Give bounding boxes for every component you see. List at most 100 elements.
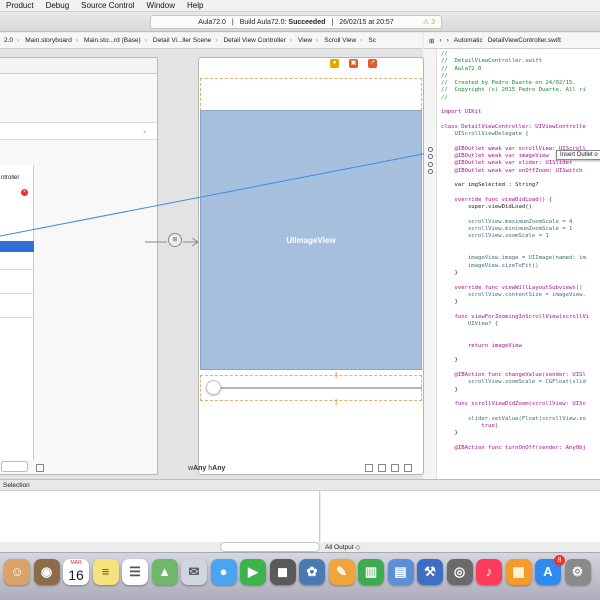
code-line[interactable]: @IBOutlet weak var onOffZoom: UISwitch	[441, 168, 600, 175]
assistant-mode[interactable]: Automatic	[454, 37, 483, 44]
iphoto-icon[interactable]: ✿	[299, 559, 325, 585]
finder-icon[interactable]: ☺	[4, 559, 30, 585]
code-line[interactable]: scrollView.minimumZoomScale = 1	[441, 226, 600, 233]
code-line[interactable]: }	[441, 270, 600, 277]
slider-track[interactable]	[215, 387, 422, 389]
code-line[interactable]: imageView.image = UIImage(named: im	[441, 255, 600, 262]
jumpbar-item[interactable]: Main.sto...rd (Base)	[84, 37, 141, 44]
jumpbar-item[interactable]: Detail View Controller	[223, 37, 285, 44]
jumpbar-item[interactable]: 2.0	[4, 37, 13, 44]
code-line[interactable]	[441, 277, 600, 284]
jumpbar-item[interactable]: View	[298, 37, 312, 44]
first-responder-icon[interactable]: ▣	[349, 59, 358, 68]
pin-icon[interactable]	[378, 464, 386, 472]
jumpbar-item[interactable]: Scroll View	[324, 37, 356, 44]
code-line[interactable]: }	[441, 299, 600, 306]
console-view[interactable]	[321, 491, 600, 542]
code-line[interactable]: // Copyright (c) 2015 Pedro Duarte. All …	[441, 87, 600, 94]
code-line[interactable]	[441, 394, 600, 401]
related-items-icon[interactable]: ⊞	[429, 37, 434, 45]
menu-window[interactable]: Window	[147, 1, 175, 10]
code-line[interactable]: // Aula72.0	[441, 66, 600, 73]
code-line[interactable]: var imgSelected : String?	[441, 182, 600, 189]
photo-booth-icon[interactable]: ◼	[269, 559, 296, 585]
code-line[interactable]	[441, 350, 600, 357]
code-line[interactable]	[441, 241, 600, 248]
code-line[interactable]	[441, 139, 600, 146]
code-line[interactable]: @IBAction func changeValue(sender: UISl	[441, 372, 600, 379]
code-line[interactable]	[441, 306, 600, 313]
menu-product[interactable]: Product	[6, 1, 34, 10]
app-store-icon[interactable]: A8	[535, 555, 565, 585]
code-line[interactable]: override func viewWillLayoutSubviews()	[441, 285, 600, 292]
code-line[interactable]: class DetailViewController: UIViewContro…	[441, 124, 600, 131]
messages-icon[interactable]: ●	[210, 559, 237, 585]
forward-icon[interactable]: ›	[447, 37, 449, 44]
keynote-icon[interactable]: ▤	[387, 559, 414, 585]
code-line[interactable]	[441, 365, 600, 372]
code-line[interactable]: scrollView.maximumZoomScale = 4	[441, 219, 600, 226]
code-line[interactable]	[441, 212, 600, 219]
outline-filter-field[interactable]	[1, 461, 28, 472]
code-line[interactable]	[441, 328, 600, 335]
instruments-icon[interactable]: ◎	[446, 559, 473, 585]
ibooks-icon[interactable]: ▦	[505, 559, 532, 585]
size-class-selector[interactable]: wAny hAny	[188, 465, 225, 472]
code-line[interactable]	[441, 248, 600, 255]
numbers-icon[interactable]: ▥	[358, 559, 384, 585]
notes-icon[interactable]: ≡	[92, 559, 119, 585]
slider-knob[interactable]	[206, 380, 221, 395]
code-line[interactable]: import UIKit	[441, 109, 600, 116]
code-line[interactable]	[441, 438, 600, 445]
code-line[interactable]: func scrollViewDidZoom(scrollView: UISc	[441, 401, 600, 408]
pages-icon[interactable]: ✎	[328, 559, 355, 585]
menu-help[interactable]: Help	[187, 1, 203, 10]
exit-icon[interactable]: ↗	[368, 59, 377, 68]
code-line[interactable]: func viewForZoomingInScrollView(scrollVi	[441, 314, 600, 321]
align-icon[interactable]	[365, 464, 373, 472]
jumpbar-item[interactable]: Detail Vi...ller Scene	[153, 37, 211, 44]
stamp-icon[interactable]: ✉	[181, 559, 207, 585]
table-cell[interactable]: ›	[0, 122, 157, 140]
code-line[interactable]: return imageView	[441, 343, 600, 350]
code-line[interactable]: slider.setValue(Float(scrollView.zo	[441, 416, 600, 423]
reminders-icon[interactable]: ☰	[122, 559, 148, 585]
outlet-connection-icon[interactable]	[428, 168, 433, 174]
resolve-icon[interactable]	[391, 464, 399, 472]
resize-icon[interactable]	[404, 464, 412, 472]
xcode-icon[interactable]: ⚒	[417, 559, 443, 585]
code-line[interactable]: scrollView.zoomScale = CGFloat(slid	[441, 379, 600, 386]
contacts-icon[interactable]: ◉	[33, 559, 60, 585]
code-line[interactable]	[441, 117, 600, 124]
code-line[interactable]	[441, 102, 600, 109]
maps-icon[interactable]: ▲	[151, 559, 178, 585]
back-icon[interactable]: ‹	[439, 37, 441, 44]
code-text[interactable]: //// DetailViewController.swift// Aula72…	[441, 51, 600, 477]
code-line[interactable]: }	[441, 357, 600, 364]
code-line[interactable]: scrollView.zoomScale = 1	[441, 233, 600, 240]
code-line[interactable]: override func viewDidLoad() {	[441, 197, 600, 204]
warning-icon[interactable]: ⚠ 3	[423, 18, 435, 26]
code-line[interactable]	[441, 409, 600, 416]
code-line[interactable]: //	[441, 73, 600, 80]
code-line[interactable]: }	[441, 387, 600, 394]
code-line[interactable]: UIView? {	[441, 321, 600, 328]
code-line[interactable]: scrollView.contentSize = imageView.	[441, 292, 600, 299]
system-preferences-icon[interactable]: ⚙	[564, 559, 591, 585]
menu-source-control[interactable]: Source Control	[81, 1, 134, 10]
code-line[interactable]: // Created by Pedro Duarte on 24/02/15.	[441, 80, 600, 87]
itunes-icon[interactable]: ♪	[476, 559, 502, 585]
facetime-icon[interactable]: ▶	[240, 559, 266, 585]
code-line[interactable]	[441, 175, 600, 182]
view-controller-icon[interactable]: ●	[330, 59, 339, 68]
code-line[interactable]: super.viewDidLoad()	[441, 204, 600, 211]
code-line[interactable]: //	[441, 95, 600, 102]
outlet-connection-icon[interactable]	[428, 146, 433, 152]
code-line[interactable]: //	[441, 51, 600, 58]
variables-view[interactable]	[0, 491, 320, 542]
output-filter-select[interactable]: All Output ◇	[325, 543, 360, 551]
code-line[interactable]: }	[441, 430, 600, 437]
code-line[interactable]: @IBOutlet weak var slider: UISlider	[441, 160, 600, 167]
code-line[interactable]: UIScrollViewDelegate {	[441, 131, 600, 138]
code-line[interactable]	[441, 336, 600, 343]
